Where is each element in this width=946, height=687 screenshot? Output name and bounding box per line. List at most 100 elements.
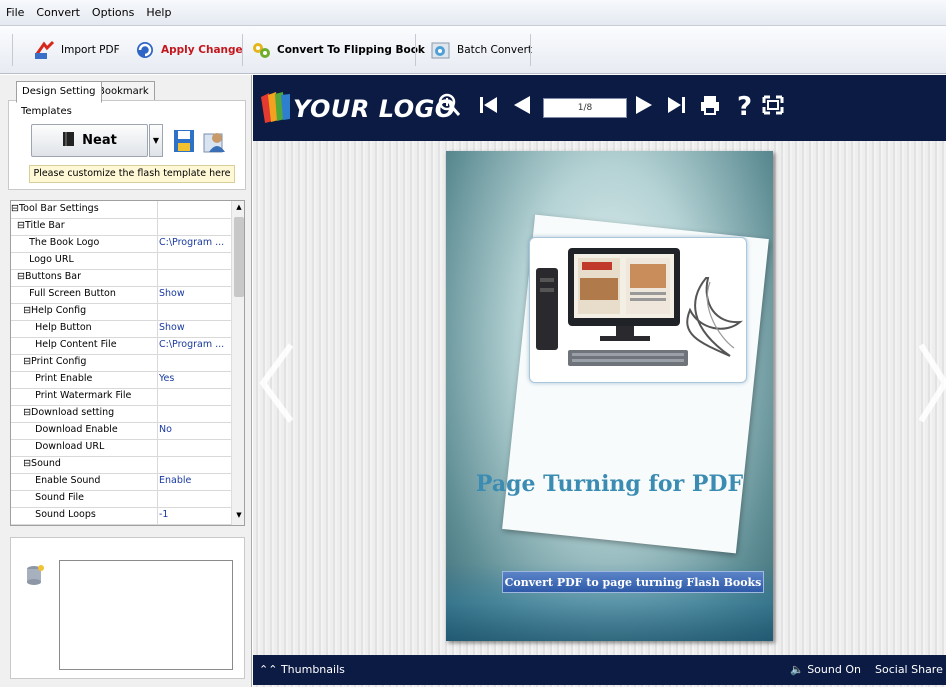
- template-dropdown-arrow[interactable]: ▼: [149, 124, 163, 157]
- property-grid-scrollbar[interactable]: ▲ ▼: [231, 201, 244, 525]
- convert-button[interactable]: Convert To Flipping Book: [250, 33, 425, 67]
- template-select-button[interactable]: Neat: [31, 124, 148, 157]
- property-value[interactable]: [159, 269, 231, 286]
- menu-convert[interactable]: Convert: [30, 0, 86, 26]
- property-value[interactable]: [159, 490, 231, 507]
- help-icon[interactable]: ?: [737, 92, 752, 122]
- property-value[interactable]: [159, 252, 231, 269]
- property-name: Logo URL: [11, 252, 158, 269]
- property-row[interactable]: ⊟Buttons Bar: [11, 269, 231, 287]
- property-value[interactable]: [159, 303, 231, 320]
- property-row[interactable]: Sound Loops -1: [11, 507, 231, 525]
- fullscreen-icon[interactable]: [762, 92, 784, 125]
- property-row[interactable]: ⊟Download setting: [11, 405, 231, 423]
- convert-label: Convert To Flipping Book: [277, 44, 425, 56]
- scroll-down-arrow[interactable]: ▼: [234, 511, 244, 523]
- property-row[interactable]: ⊟Sound: [11, 456, 231, 474]
- property-value[interactable]: [159, 201, 231, 218]
- menu-help[interactable]: Help: [140, 0, 177, 26]
- prev-page-arrow[interactable]: [259, 343, 295, 426]
- customize-template-hint[interactable]: Please customize the flash template here: [29, 165, 235, 183]
- first-page-icon[interactable]: [478, 92, 500, 125]
- book-icon: [62, 131, 76, 151]
- toolbar: Import PDF Apply Change Convert To Flipp…: [0, 26, 946, 74]
- logo-text: YOUR LOGO: [293, 95, 456, 123]
- property-value[interactable]: Show: [159, 320, 231, 337]
- book-cover-page[interactable]: Page Turning for PDF Convert PDF to page…: [446, 151, 773, 641]
- templates-label: Templates: [21, 106, 72, 117]
- template-name: Neat: [82, 133, 117, 148]
- social-share-button[interactable]: Social Share: [875, 655, 943, 685]
- apply-change-button[interactable]: Apply Change: [134, 33, 243, 67]
- description-text-box: [59, 560, 233, 670]
- last-page-icon[interactable]: [665, 92, 687, 125]
- property-value[interactable]: [159, 439, 231, 456]
- property-row[interactable]: Sound File: [11, 490, 231, 508]
- save-template-icon[interactable]: [173, 129, 195, 156]
- property-row[interactable]: Help Content File C:\Program ...: [11, 337, 231, 355]
- property-row[interactable]: Download URL: [11, 439, 231, 457]
- batch-convert-button[interactable]: Batch Convert: [430, 33, 532, 67]
- prev-page-icon[interactable]: [511, 92, 533, 125]
- sound-label: Sound On: [807, 663, 861, 676]
- property-row[interactable]: ⊟Title Bar: [11, 218, 231, 236]
- database-icon: [25, 564, 45, 589]
- property-row[interactable]: Logo URL: [11, 252, 231, 270]
- property-value[interactable]: Enable: [159, 473, 231, 490]
- property-name: ⊟Buttons Bar: [11, 269, 158, 286]
- property-value[interactable]: No: [159, 422, 231, 439]
- property-value[interactable]: [159, 218, 231, 235]
- property-value[interactable]: C:\Program ...: [159, 337, 231, 354]
- flipbook-preview: YOUR LOGO 1/8 ? Page Turning for PDF Con…: [253, 75, 946, 687]
- property-value[interactable]: Show: [159, 286, 231, 303]
- import-pdf-button[interactable]: Import PDF: [34, 33, 120, 67]
- thumbnails-icon: ⌃⌃: [259, 663, 278, 676]
- user-template-icon[interactable]: [202, 128, 228, 157]
- sound-toggle[interactable]: 🔈 Sound On: [790, 655, 861, 685]
- property-name: ⊟Zoom Config: [11, 524, 158, 525]
- property-name: Help Content File: [11, 337, 158, 354]
- scroll-up-arrow[interactable]: ▲: [234, 203, 244, 215]
- property-name: Print Enable: [11, 371, 158, 388]
- page-number-input[interactable]: 1/8: [543, 98, 627, 118]
- property-value[interactable]: Yes: [159, 371, 231, 388]
- zoom-in-icon[interactable]: [438, 92, 462, 125]
- thumbnails-button[interactable]: ⌃⌃ Thumbnails: [259, 655, 345, 685]
- property-value[interactable]: C:\Program ...: [159, 235, 231, 252]
- property-value[interactable]: [159, 456, 231, 473]
- property-row[interactable]: Full Screen Button Show: [11, 286, 231, 304]
- scroll-thumb[interactable]: [234, 217, 244, 297]
- computer-illustration: [536, 248, 744, 366]
- thumbnails-label: Thumbnails: [280, 663, 345, 676]
- property-value[interactable]: -1: [159, 507, 231, 524]
- property-row[interactable]: Enable Sound Enable: [11, 473, 231, 491]
- property-name: Full Screen Button: [11, 286, 158, 303]
- property-name: Download Enable: [11, 422, 158, 439]
- print-icon[interactable]: [699, 92, 721, 125]
- property-row[interactable]: ⊟Tool Bar Settings: [11, 201, 231, 219]
- menu-options[interactable]: Options: [86, 0, 140, 26]
- property-name: Sound Loops: [11, 507, 158, 524]
- property-row[interactable]: Download Enable No: [11, 422, 231, 440]
- property-value[interactable]: [159, 405, 231, 422]
- property-row[interactable]: Print Watermark File: [11, 388, 231, 406]
- property-name: The Book Logo: [11, 235, 158, 252]
- property-row[interactable]: ⊟Print Config: [11, 354, 231, 372]
- cover-illustration-frame: [529, 237, 747, 383]
- property-row[interactable]: ⊟Zoom Config: [11, 524, 231, 525]
- property-grid: ⊟Tool Bar Settings ⊟Title Bar The Book L…: [10, 200, 245, 526]
- speaker-icon: 🔈: [790, 663, 804, 676]
- property-name: Download URL: [11, 439, 158, 456]
- property-value[interactable]: [159, 354, 231, 371]
- next-page-icon[interactable]: [633, 92, 655, 125]
- property-row[interactable]: Help Button Show: [11, 320, 231, 338]
- property-value[interactable]: [159, 524, 231, 525]
- property-value[interactable]: [159, 388, 231, 405]
- next-page-arrow[interactable]: [917, 343, 946, 426]
- menu-file[interactable]: File: [0, 0, 30, 26]
- toolbar-separator: [242, 34, 243, 66]
- tab-design-setting[interactable]: Design Setting: [16, 81, 102, 103]
- property-row[interactable]: Print Enable Yes: [11, 371, 231, 389]
- property-row[interactable]: ⊟Help Config: [11, 303, 231, 321]
- property-row[interactable]: The Book Logo C:\Program ...: [11, 235, 231, 253]
